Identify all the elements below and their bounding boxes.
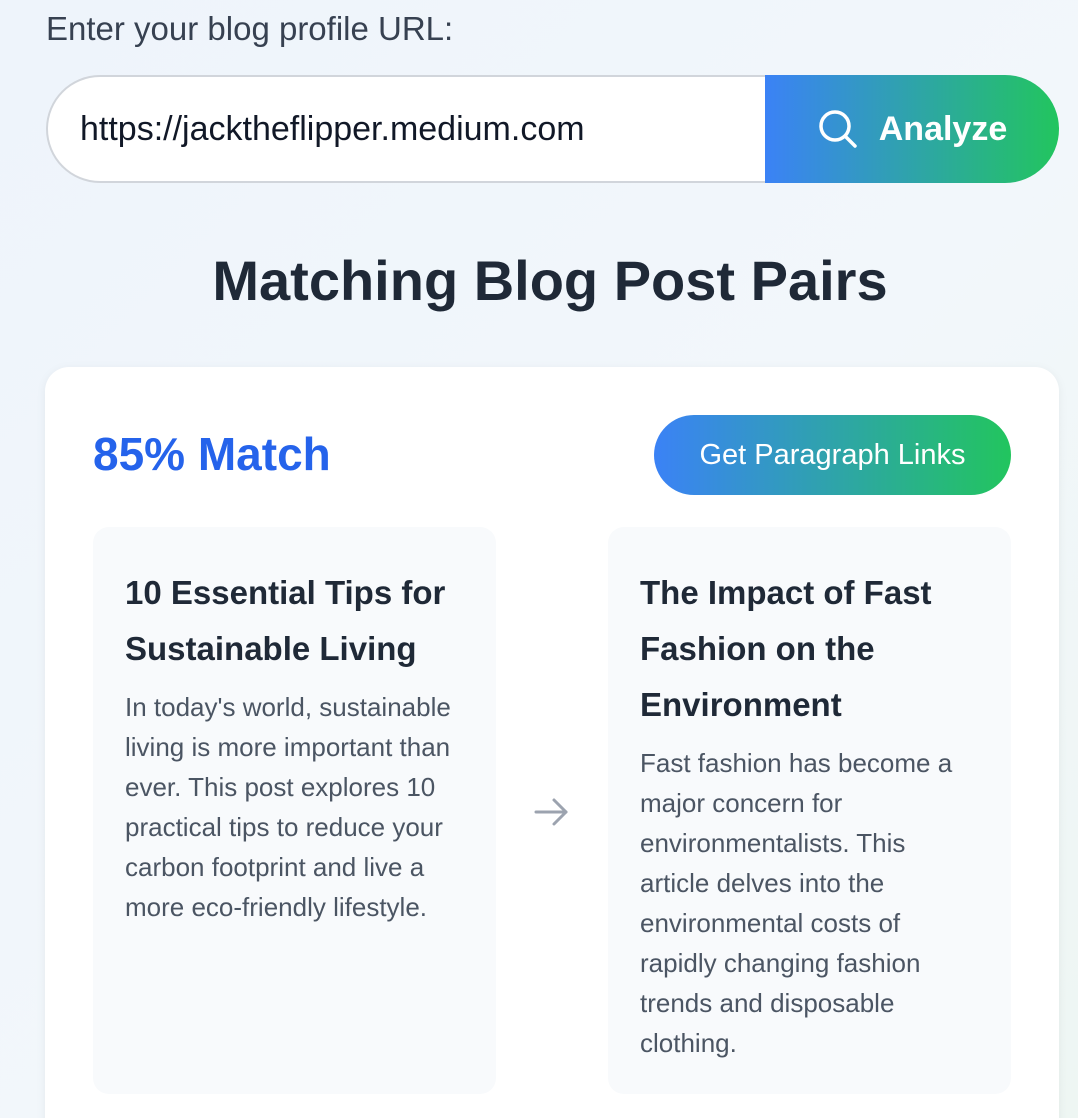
target-post-card: The Impact of Fast Fashion on the Enviro… (608, 527, 1011, 1094)
source-post-card: 10 Essential Tips for Sustainable Living… (93, 527, 496, 1094)
url-search-row: Analyze (46, 75, 1059, 183)
match-pair-card: 85% Match Get Paragraph Links 10 Essenti… (45, 367, 1059, 1118)
results-heading: Matching Blog Post Pairs (212, 249, 888, 312)
analyze-button[interactable]: Analyze (765, 75, 1059, 183)
target-post-title: The Impact of Fast Fashion on the Enviro… (640, 574, 932, 723)
match-percentage: 85% Match (93, 428, 331, 480)
url-field-label: Enter your blog profile URL: (46, 10, 454, 47)
get-paragraph-links-button[interactable]: Get Paragraph Links (654, 415, 1011, 495)
source-post-excerpt: In today's world, sustainable living is … (125, 692, 451, 922)
analyze-button-label: Analyze (878, 109, 1008, 148)
target-post-excerpt: Fast fashion has become a major concern … (640, 748, 953, 1058)
source-post-title: 10 Essential Tips for Sustainable Living (125, 574, 446, 667)
blog-url-input[interactable] (46, 75, 765, 183)
arrow-right-icon (532, 792, 572, 832)
search-icon (817, 108, 859, 150)
